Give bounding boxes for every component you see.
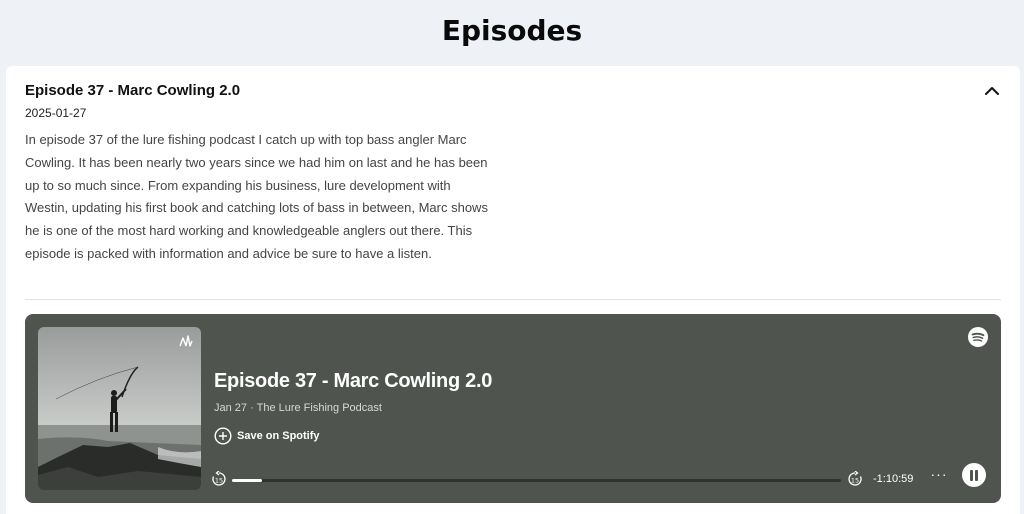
pause-button[interactable] [962,463,986,487]
progress-fill [232,479,263,482]
divider [25,299,1001,300]
pause-icon [970,469,978,481]
chevron-up-icon [985,86,999,95]
save-on-spotify-button[interactable]: Save on Spotify [214,426,320,446]
page-title: Episodes [441,14,583,47]
time-remaining: -1:10:59 [873,473,914,485]
episode-card: Episode 37 - Marc Cowling 2.0 2025-01-27… [6,66,1020,514]
plus-circle-icon [214,427,232,445]
episode-description: In episode 37 of the lure fishing podcas… [25,132,488,261]
spotify-logo-icon[interactable] [968,327,988,347]
collapse-button[interactable] [980,78,1004,102]
progress-bar[interactable] [232,479,841,482]
skip-back-15-icon[interactable]: 15 [211,471,227,487]
podcast-wave-icon [179,335,193,347]
player-episode-meta[interactable]: Jan 27 · The Lure Fishing Podcast [214,402,382,414]
episode-cover-art[interactable] [38,327,201,490]
skip-back-label: 15 [215,477,223,485]
player-episode-title[interactable]: Episode 37 - Marc Cowling 2.0 [214,370,492,393]
save-on-spotify-label: Save on Spotify [237,430,320,442]
skip-forward-15-icon[interactable]: 15 [847,471,863,487]
more-options-button[interactable]: ··· [928,466,950,484]
spotify-embed-player: Episode 37 - Marc Cowling 2.0 Jan 27 · T… [25,314,1001,503]
cover-image [38,327,201,490]
episode-title: Episode 37 - Marc Cowling 2.0 [25,82,241,99]
episode-date: 2025-01-27 [25,106,87,120]
skip-forward-label: 15 [851,477,859,485]
